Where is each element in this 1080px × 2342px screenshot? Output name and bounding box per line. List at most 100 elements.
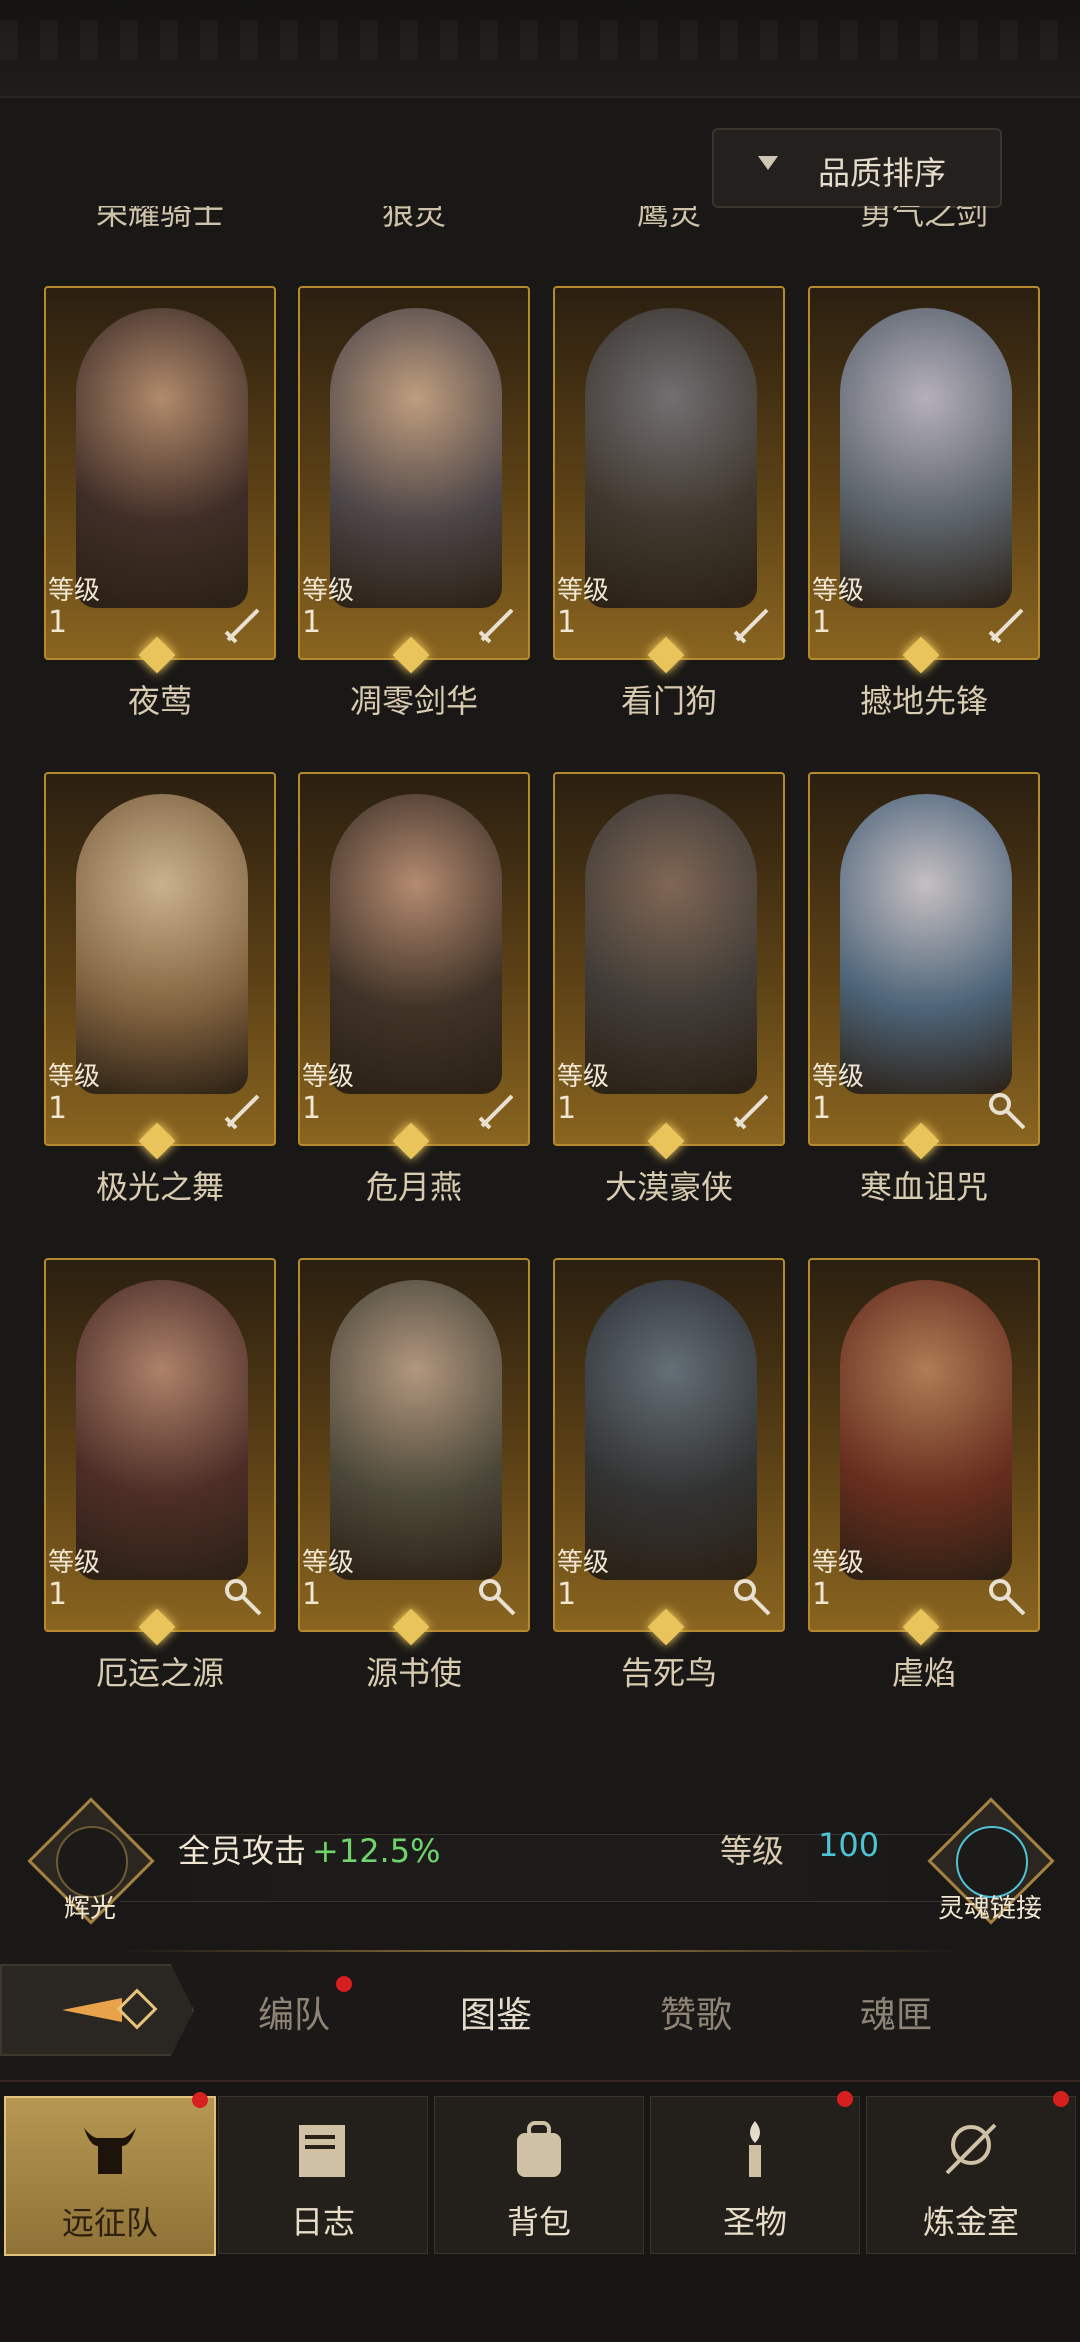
hero-card[interactable]: 等级 1 厄运之源	[44, 1258, 276, 1720]
hero-card[interactable]: 等级 1 极光之舞	[44, 772, 276, 1234]
notification-dot	[1053, 2091, 1069, 2107]
hero-card[interactable]: 等级 1 看门狗	[553, 286, 785, 748]
level-value: 1	[557, 1091, 577, 1126]
tab-anthem[interactable]: 赞歌	[626, 1986, 766, 2038]
cut-name: 鹰灵	[636, 206, 701, 232]
hero-card[interactable]: 等级 1 夜莺	[44, 286, 276, 748]
hero-portrait	[330, 1280, 502, 1580]
tab-formation[interactable]: 编队	[224, 1976, 364, 2038]
level-label: 等级	[557, 576, 610, 606]
staff-class-icon	[734, 1579, 771, 1616]
nav-label: 背包	[506, 2203, 571, 2241]
hero-portrait	[840, 308, 1012, 608]
level-label: 等级	[48, 1548, 101, 1578]
hero-name: 虐焰	[891, 1654, 956, 1692]
hero-card[interactable]: 等级 1 寒血诅咒	[808, 772, 1040, 1234]
nav-expedition[interactable]: 远征队	[4, 2092, 216, 2256]
hero-portrait	[840, 1280, 1012, 1580]
level-label: 等级	[302, 1548, 355, 1578]
level-label: 等级	[302, 1062, 355, 1092]
nav-label: 远征队	[61, 2204, 158, 2242]
hero-portrait	[585, 794, 757, 1094]
hero-card[interactable]: 等级 1 大漠豪侠	[553, 772, 785, 1234]
notification-dot	[336, 1976, 352, 1992]
hero-name: 厄运之源	[95, 1654, 224, 1692]
nav-relics[interactable]: 圣物	[650, 2091, 860, 2254]
level-value: 1	[812, 1577, 832, 1612]
level-value: 1	[557, 1577, 577, 1612]
tab-soul-box[interactable]: 魂匣	[826, 1986, 966, 2038]
staff-class-icon	[225, 1579, 262, 1616]
level-value: 1	[302, 1577, 322, 1612]
hero-name: 撼地先锋	[859, 682, 988, 720]
previous-row-names: 荣耀骑士 狼灵 鹰灵 勇气之剑	[0, 206, 1080, 242]
nav-backpack[interactable]: 背包	[434, 2096, 644, 2254]
back-button[interactable]	[0, 1964, 194, 2056]
soul-link-label: 灵魂链接	[937, 1894, 1042, 1924]
level-value: 1	[302, 605, 322, 640]
hero-card[interactable]: 等级 1 源书使	[298, 1258, 530, 1720]
hero-name: 寒血诅咒	[859, 1168, 988, 1206]
bag-icon	[517, 2121, 561, 2177]
alchemy-icon	[945, 2123, 997, 2175]
tab-label: 魂匣	[859, 1995, 932, 2036]
hero-name: 凋零剑华	[349, 682, 478, 720]
cut-name: 勇气之剑	[859, 206, 988, 232]
hero-portrait	[840, 794, 1012, 1094]
torch-icon	[749, 2121, 761, 2177]
level-value: 1	[48, 1091, 68, 1126]
soul-link-emblem[interactable]: 灵魂链接	[927, 1797, 1055, 1925]
nav-label: 圣物	[722, 2203, 787, 2241]
hero-card[interactable]: 等级 1 虐焰	[808, 1258, 1040, 1720]
sword-class-icon	[988, 608, 1024, 644]
sword-class-icon	[733, 1094, 769, 1130]
cut-name: 狼灵	[381, 206, 446, 232]
sort-dropdown[interactable]: 品质排序	[712, 128, 1002, 208]
level-label: 等级	[48, 1062, 101, 1092]
tab-label: 图鉴	[459, 1995, 532, 2036]
helmet-icon	[84, 2128, 136, 2174]
arrow-left-icon	[62, 1988, 158, 2030]
tab-label: 赞歌	[659, 1995, 732, 2036]
sword-class-icon	[478, 1094, 514, 1130]
team-attack-stat: 全员攻击 +12.5%	[178, 1826, 440, 1872]
hero-card[interactable]: 等级 1 凋零剑华	[298, 286, 530, 748]
sort-label: 品质排序	[818, 154, 947, 192]
level-value: 1	[48, 1577, 68, 1612]
attack-value: +12.5%	[312, 1832, 441, 1870]
nav-label: 炼金室	[922, 2203, 1019, 2241]
hero-name: 源书使	[365, 1654, 462, 1692]
attack-label: 全员攻击	[178, 1832, 307, 1870]
cut-name: 荣耀骑士	[95, 206, 224, 232]
level-label: 等级	[48, 576, 101, 606]
level-value: 100	[818, 1826, 880, 1864]
bottom-nav: 远征队 日志 背包 圣物 炼金室	[0, 2080, 1080, 2342]
tab-codex[interactable]: 图鉴	[426, 1986, 566, 2038]
tab-label: 编队	[257, 1995, 330, 2036]
hero-card[interactable]: 等级 1 撼地先锋	[808, 286, 1040, 748]
hero-portrait	[585, 308, 757, 608]
hero-portrait	[76, 794, 248, 1094]
sword-class-icon	[733, 608, 769, 644]
collection-bonus-bar: 辉光 全员攻击 +12.5% 等级 100 灵魂链接	[0, 1790, 1080, 1925]
level-label: 等级	[720, 1832, 785, 1870]
hero-card[interactable]: 等级 1 危月燕	[298, 772, 530, 1234]
nav-journal[interactable]: 日志	[218, 2096, 428, 2254]
nav-alchemy[interactable]: 炼金室	[866, 2091, 1076, 2254]
radiance-label: 辉光	[63, 1894, 116, 1924]
level-value: 1	[812, 1091, 832, 1126]
level-value: 1	[557, 605, 577, 640]
level-label: 等级	[557, 1062, 610, 1092]
hero-portrait	[76, 308, 248, 608]
radiance-emblem[interactable]: 辉光	[27, 1797, 155, 1925]
hero-name: 大漠豪侠	[604, 1168, 733, 1206]
hero-portrait	[76, 1280, 248, 1580]
hero-name: 夜莺	[127, 682, 192, 720]
level-label: 等级	[557, 1548, 610, 1578]
staff-class-icon	[989, 1579, 1026, 1616]
hero-portrait	[330, 794, 502, 1094]
sword-class-icon	[478, 608, 514, 644]
notification-dot	[837, 2091, 853, 2107]
hero-card[interactable]: 等级 1 告死鸟	[553, 1258, 785, 1720]
level-value: 1	[812, 605, 832, 640]
